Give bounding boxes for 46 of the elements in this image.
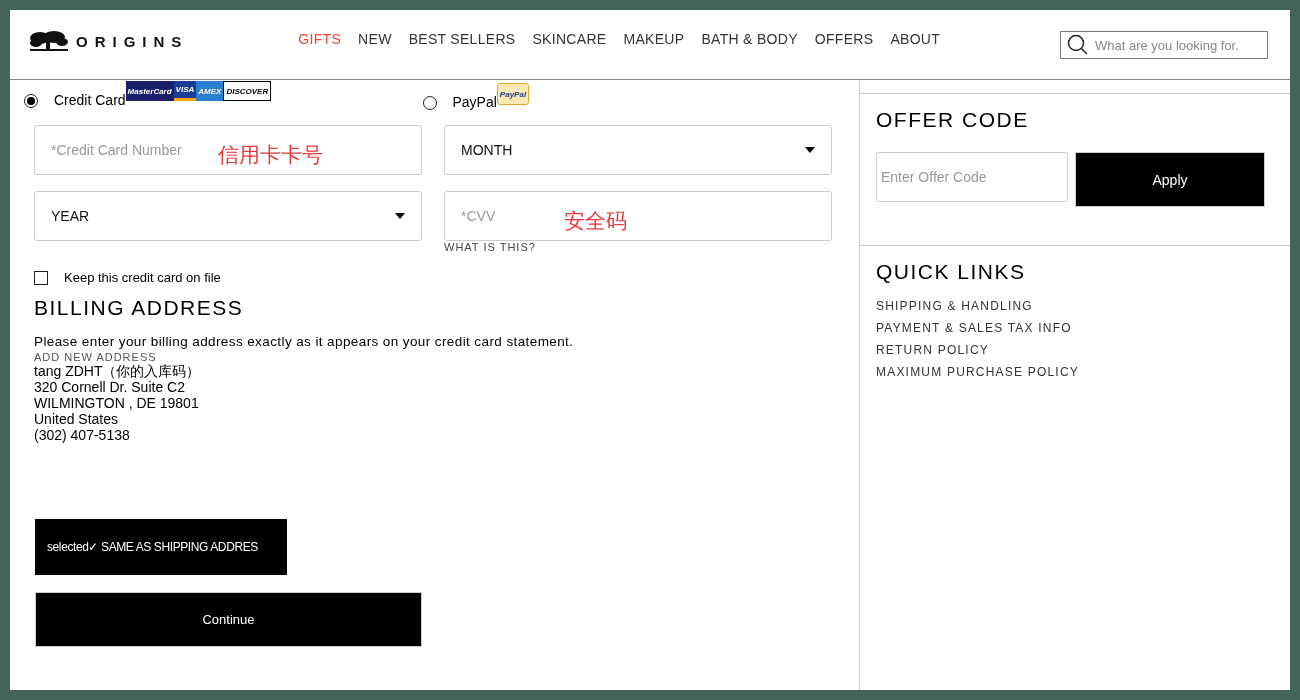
caret-icon xyxy=(395,213,405,219)
address-line: WILMINGTON , DE 19801 xyxy=(34,395,199,411)
nav-link[interactable]: MAKEUP xyxy=(623,31,685,47)
apply-button[interactable]: Apply xyxy=(1075,152,1265,207)
checkbox-label: Keep this credit card on file xyxy=(64,270,221,285)
quick-link[interactable]: PAYMENT & SALES TAX INFO xyxy=(876,320,1072,336)
instruction-text: Please enter your billing address exactly as it appears on your credit card statement. xyxy=(34,334,575,349)
address-line: (302) 407-5138 xyxy=(34,427,130,443)
continue-button[interactable]: Continue xyxy=(35,592,422,647)
add-address-link[interactable]: ADD NEW ADDRESS xyxy=(34,351,821,363)
brand-logo[interactable]: ORIGINS xyxy=(76,32,189,50)
payment-option-label: PayPal xyxy=(452,94,497,110)
address-line: United States xyxy=(34,411,119,427)
nav-link[interactable]: OFFERS xyxy=(814,31,874,47)
quick-link[interactable]: SHIPPING & HANDLING xyxy=(876,298,1033,314)
annotation-text: 信用卡卡号 xyxy=(218,142,323,168)
offer-code-field[interactable]: Enter Offer Code xyxy=(876,152,1068,202)
help-link[interactable]: WHAT IS THIS? xyxy=(444,241,536,253)
caret-icon xyxy=(805,147,815,153)
card-logo: AMEX xyxy=(196,81,224,101)
card-logo: VISA xyxy=(173,81,197,101)
annotation-text: 安全码 xyxy=(564,208,627,234)
card-logo: PayPal xyxy=(496,83,530,105)
checkbox[interactable] xyxy=(34,270,48,285)
section-heading: OFFER CODE xyxy=(876,108,1030,132)
section-heading: BILLING ADDRESS xyxy=(34,296,245,320)
tree-icon xyxy=(28,30,70,52)
card-logo: MasterCard xyxy=(125,81,174,101)
card-logo: DISCOVER xyxy=(223,81,272,101)
same-as-shipping-button[interactable]: selected✓ SAME AS SHIPPING ADDRES xyxy=(35,519,287,575)
select-dropdown[interactable]: MONTH xyxy=(444,125,832,175)
payment-option-label: Credit Card xyxy=(54,92,126,108)
nav-link[interactable]: BEST SELLERS xyxy=(408,31,516,47)
search-icon xyxy=(1067,34,1089,56)
address-line: 320 Cornell Dr. Suite C2 xyxy=(34,379,185,395)
nav-link[interactable]: SKINCARE xyxy=(532,31,607,47)
section-heading: QUICK LINKS xyxy=(876,260,1027,284)
select-dropdown[interactable]: YEAR xyxy=(34,191,422,241)
nav-link[interactable]: ABOUT xyxy=(890,31,941,47)
address-line: tang ZDHT（你的入库码） xyxy=(34,363,201,379)
search-field[interactable]: What are you looking for. xyxy=(1060,31,1268,59)
quick-link[interactable]: MAXIMUM PURCHASE POLICY xyxy=(876,364,1079,380)
nav-link[interactable]: BATH & BODY xyxy=(701,31,798,47)
nav-link[interactable]: GIFTS xyxy=(298,31,342,47)
nav-link[interactable]: NEW xyxy=(358,31,392,47)
quick-link[interactable]: RETURN POLICY xyxy=(876,342,989,358)
